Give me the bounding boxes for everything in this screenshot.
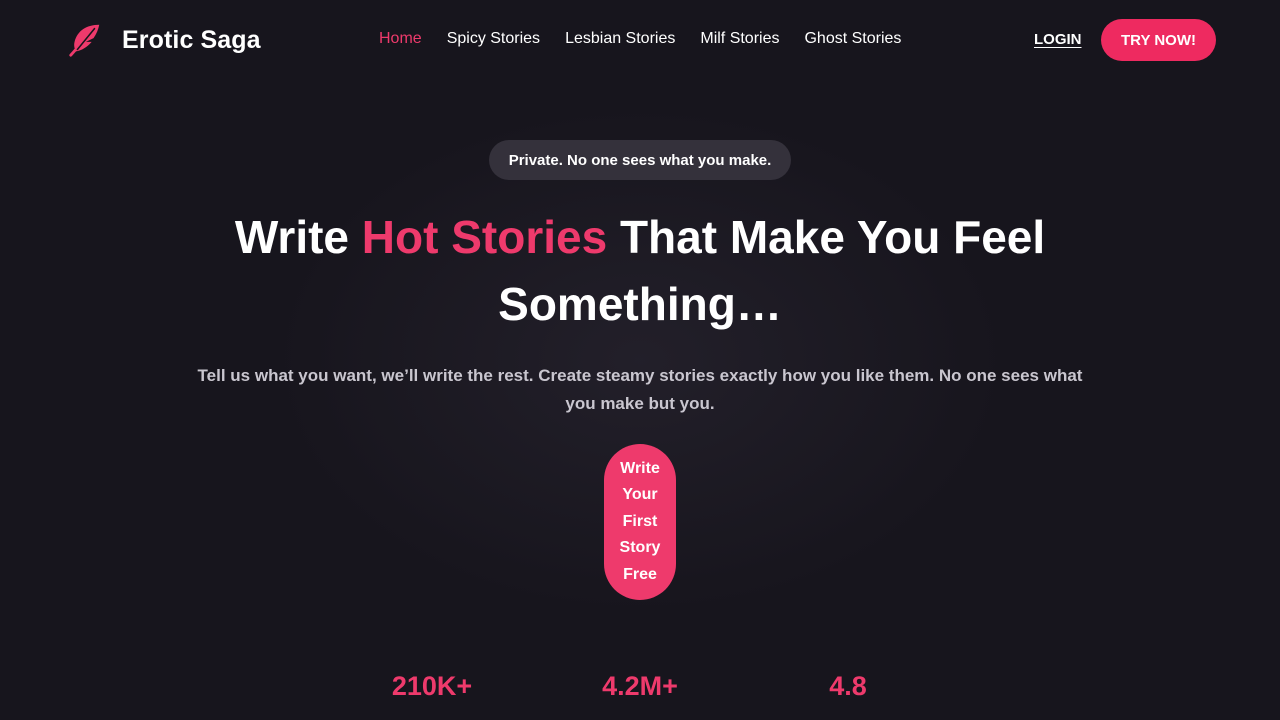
stat-value: 210K+	[391, 671, 473, 701]
headline-part-1: Write	[234, 211, 362, 263]
main-menu: Home Spicy Stories Lesbian Stories Milf …	[379, 29, 901, 49]
nav-item-milf-stories[interactable]: Milf Stories	[700, 30, 779, 47]
nav-item-spicy-stories[interactable]: Spicy Stories	[447, 30, 540, 47]
nav-item-ghost-stories[interactable]: Ghost Stories	[804, 30, 901, 47]
hero-headline: Write Hot Stories That Make You Feel Som…	[140, 204, 1140, 338]
hero-subtitle: Tell us what you want, we’ll write the r…	[197, 366, 1083, 413]
write-first-story-button[interactable]: Write Your First Story Free	[604, 444, 676, 600]
nav-item-lesbian-stories[interactable]: Lesbian Stories	[565, 30, 675, 47]
stats-row: 210K+ 4.2M+ 4.8	[0, 668, 1280, 708]
top-navigation: Erotic Saga Home Spicy Stories Lesbian S…	[0, 0, 1280, 80]
brand-name: Erotic Saga	[122, 25, 261, 54]
stat-value: 4.2M+	[602, 671, 678, 701]
stat-value: 4.8	[829, 671, 867, 701]
feather-icon	[69, 24, 100, 57]
nav-item-home[interactable]: Home	[379, 30, 422, 47]
try-now-button[interactable]: TRY NOW!	[1101, 19, 1216, 61]
brand-home-link[interactable]: Erotic Saga	[66, 20, 261, 60]
headline-accent: Hot Stories	[361, 211, 608, 263]
login-link[interactable]: LOGIN	[1034, 30, 1082, 50]
privacy-badge: Private. No one sees what you make.	[489, 140, 791, 180]
